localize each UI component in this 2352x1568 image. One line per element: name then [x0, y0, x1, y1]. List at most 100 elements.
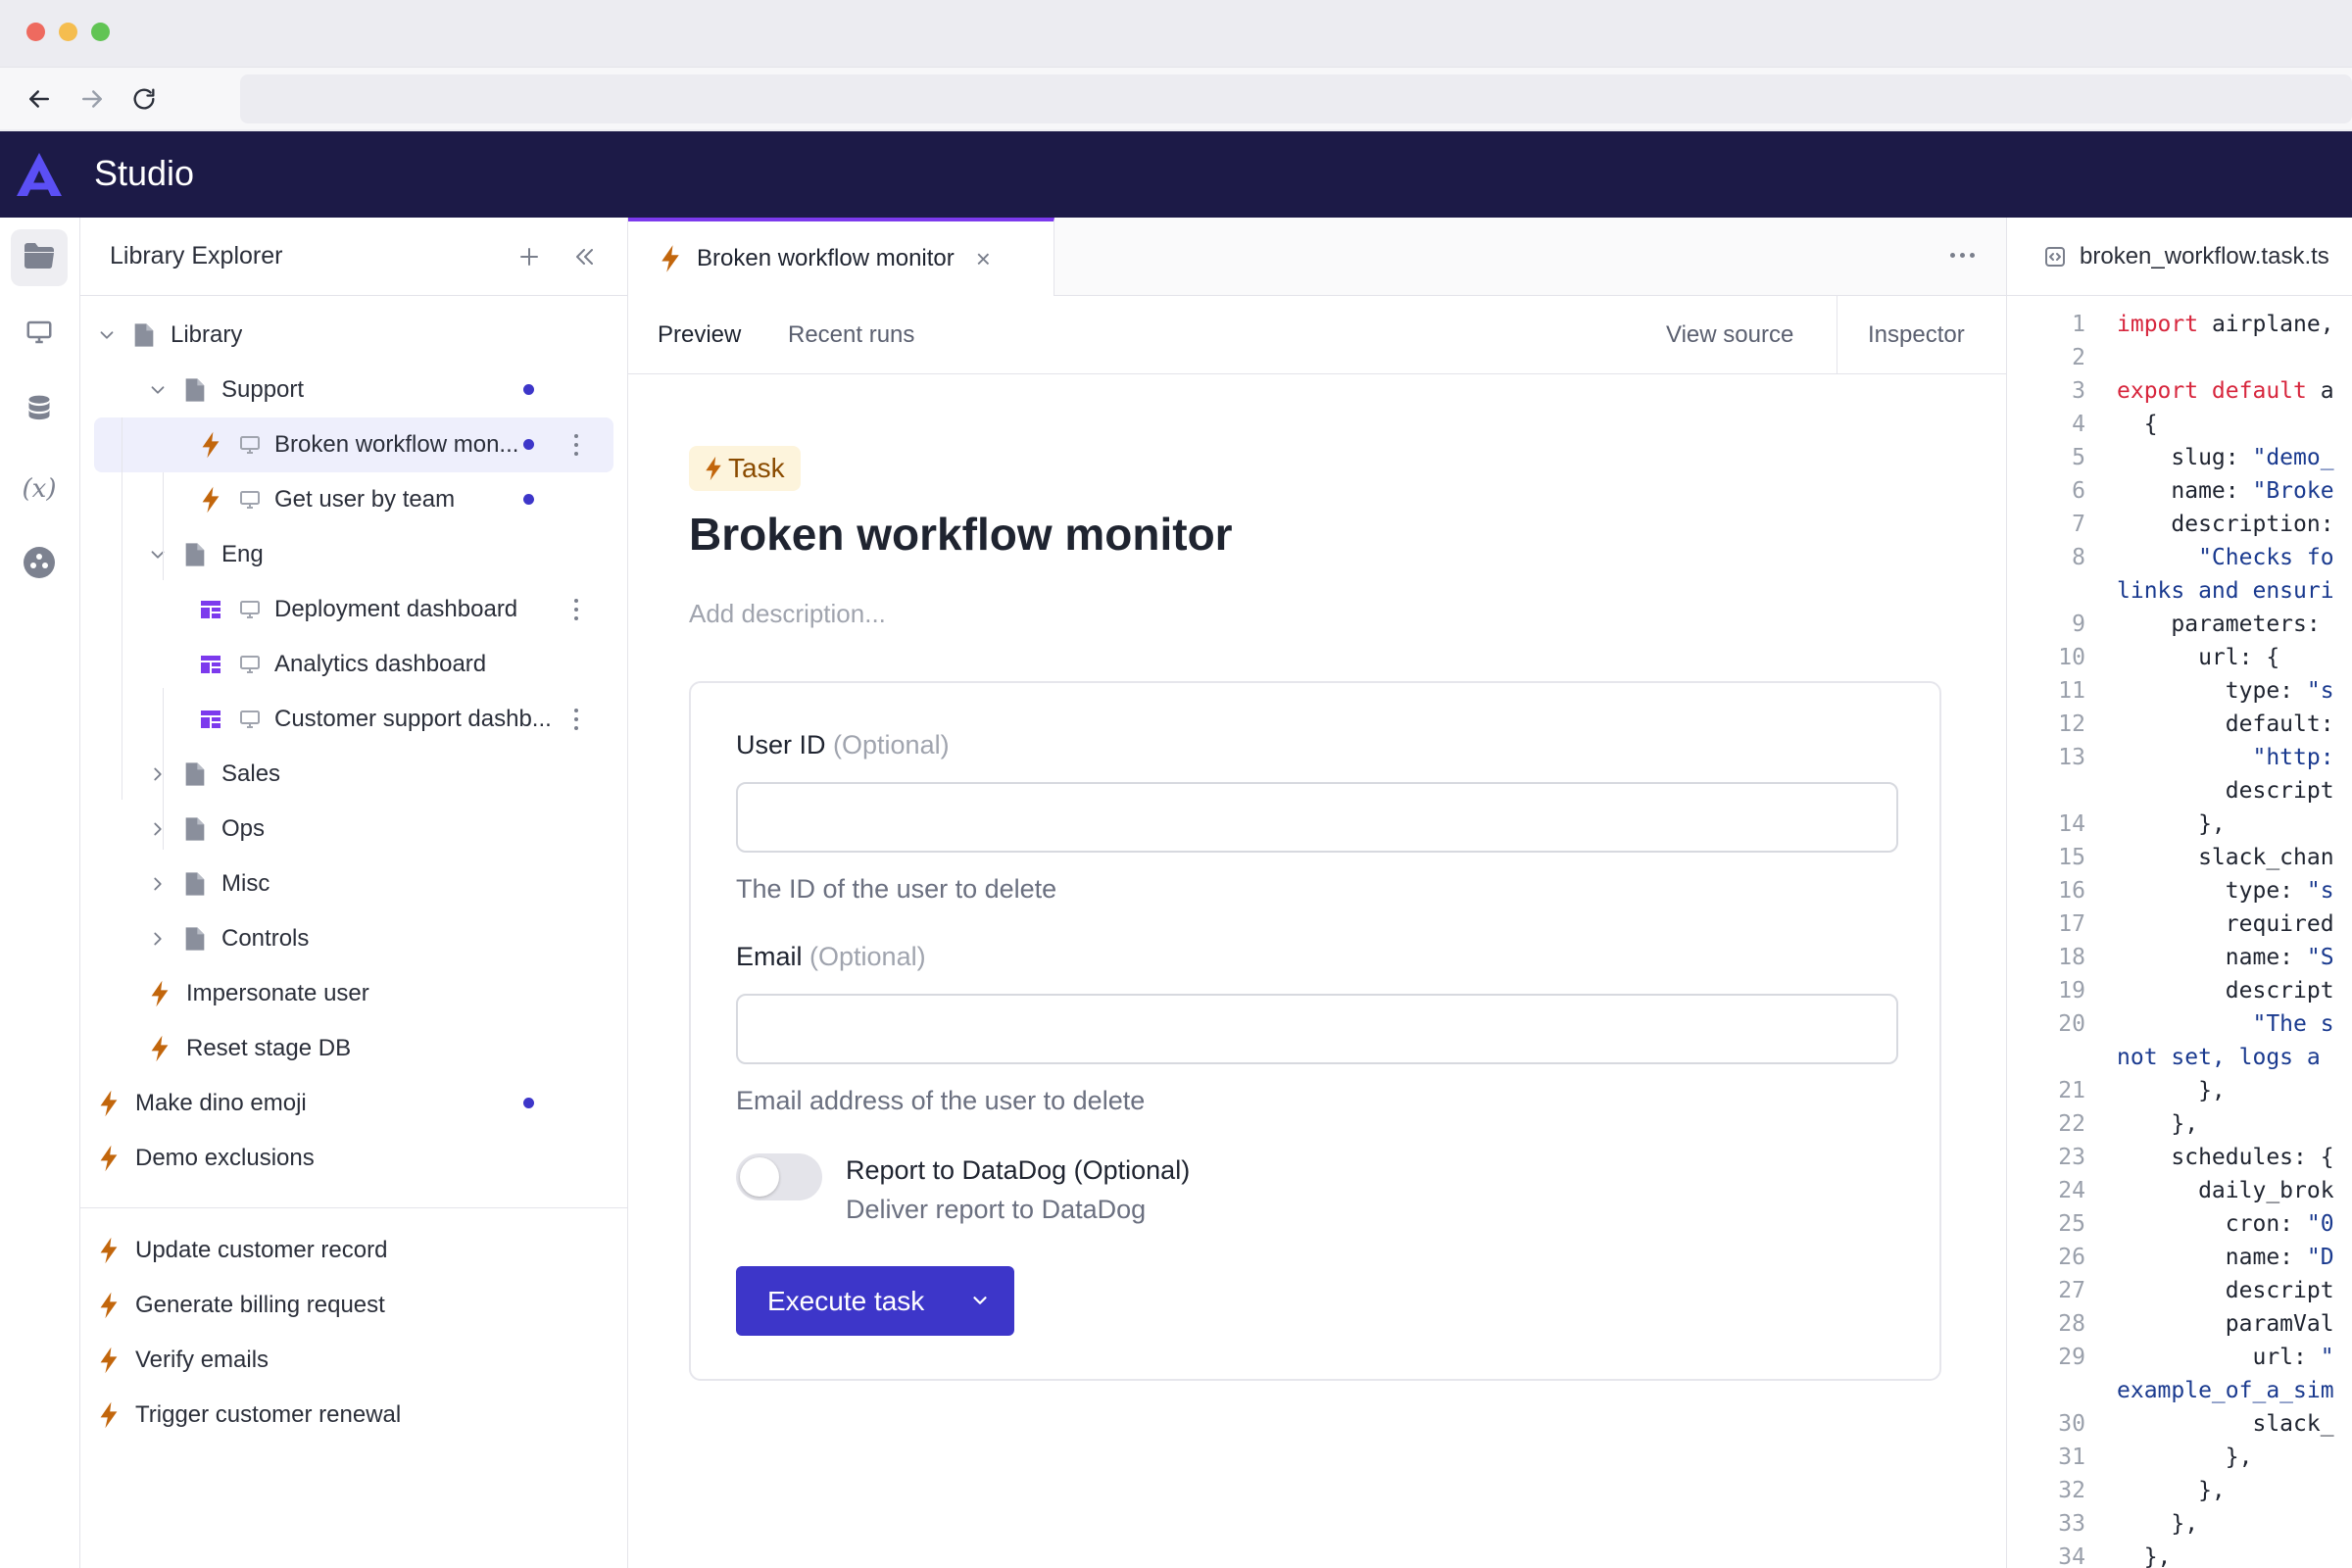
- chevron-down-icon[interactable]: [94, 322, 120, 348]
- tree-folder[interactable]: Misc: [80, 857, 627, 911]
- email-input[interactable]: [736, 994, 1898, 1064]
- window-close-button[interactable]: [26, 23, 45, 41]
- code-token: links and ensuri: [2117, 578, 2334, 604]
- chevron-down-icon[interactable]: [145, 377, 171, 403]
- tree-item[interactable]: Reset stage DB: [80, 1021, 627, 1076]
- inspector-button[interactable]: Inspector: [1868, 321, 1965, 349]
- toggle-knob: [740, 1157, 779, 1197]
- datadog-help: Deliver report to DataDog: [846, 1195, 1147, 1224]
- kebab-menu-icon[interactable]: [568, 705, 584, 734]
- library-tree: Library Support Broken workflow mon... Get …: [80, 296, 627, 1186]
- code-token: "The s: [2117, 1011, 2334, 1037]
- tree-item[interactable]: Deployment dashboard: [80, 582, 627, 637]
- line-number: 14: [2058, 811, 2085, 837]
- code-line: 3 export default a: [2007, 378, 2352, 412]
- tree-folder[interactable]: Library: [80, 308, 627, 363]
- execute-task-button[interactable]: Execute task: [736, 1266, 1014, 1336]
- tree-item[interactable]: Make dino emoji: [80, 1076, 627, 1131]
- tab-broken-workflow-monitor[interactable]: Broken workflow monitor ×: [628, 218, 1054, 296]
- code-line: 12 default:: [2007, 711, 2352, 745]
- rail-resources-button[interactable]: [11, 382, 68, 439]
- address-bar[interactable]: [240, 74, 2352, 123]
- code-line: 32 },: [2007, 1478, 2352, 1511]
- code-text: parameters:: [2117, 612, 2320, 637]
- code-text: url: ": [2117, 1345, 2333, 1370]
- description-placeholder[interactable]: Add description...: [689, 599, 886, 629]
- window-maximize-button[interactable]: [91, 23, 110, 41]
- code-line: 8 "Checks fo: [2007, 545, 2352, 578]
- user-id-input[interactable]: [736, 782, 1898, 853]
- view-source-button[interactable]: View source: [1666, 321, 1793, 349]
- collapse-panel-icon[interactable]: [566, 239, 602, 274]
- line-number: 7: [2072, 512, 2085, 537]
- tree-item-label: Get user by team: [274, 486, 456, 513]
- more-options-icon[interactable]: [1950, 253, 1975, 258]
- window-minimize-button[interactable]: [59, 23, 77, 41]
- code-token: url:: [2117, 1345, 2321, 1370]
- bolt-icon: [703, 455, 724, 482]
- code-pane: broken_workflow.task.ts 1 import airplane…: [2007, 218, 2352, 1568]
- tree-item[interactable]: Demo exclusions: [80, 1131, 627, 1186]
- email-label: Email (Optional): [736, 942, 926, 972]
- bolt-icon: [94, 1400, 123, 1430]
- code-token: "http:: [2117, 745, 2334, 770]
- bolt-icon: [145, 1034, 174, 1063]
- code-line: 15 slack_chan: [2007, 845, 2352, 878]
- code-editor[interactable]: 1 import airplane, 2 3 export default a4 {5 …: [2007, 312, 2352, 1568]
- chevron-right-icon[interactable]: [145, 871, 171, 897]
- main-editor: Broken workflow monitor × Preview Recent…: [628, 218, 2007, 1568]
- line-number: 10: [2058, 645, 2085, 670]
- email-label-text: Email: [736, 942, 803, 971]
- chevron-right-icon[interactable]: [145, 816, 171, 842]
- code-line: 20 "The s: [2007, 1011, 2352, 1045]
- tree-folder[interactable]: Support: [80, 363, 627, 417]
- line-number: 17: [2058, 911, 2085, 937]
- back-icon[interactable]: [20, 79, 59, 119]
- tree-item[interactable]: Trigger customer renewal: [80, 1388, 628, 1443]
- line-number: 4: [2072, 412, 2085, 437]
- code-token: "D: [2306, 1245, 2334, 1270]
- code-text: slack_chan: [2117, 845, 2333, 870]
- chevron-down-icon[interactable]: [145, 542, 171, 567]
- chevron-down-icon[interactable]: [967, 1288, 993, 1313]
- unsaved-dot: [523, 384, 534, 395]
- user-id-label-text: User ID: [736, 730, 826, 760]
- add-icon[interactable]: [512, 239, 547, 274]
- chevron-right-icon[interactable]: [145, 926, 171, 952]
- code-line: 27 descript: [2007, 1278, 2352, 1311]
- code-token: "0: [2306, 1211, 2334, 1237]
- tree-folder[interactable]: Controls: [80, 911, 627, 966]
- tab-recent-runs[interactable]: Recent runs: [788, 321, 914, 349]
- code-line: 2: [2007, 345, 2352, 378]
- tab-preview[interactable]: Preview: [658, 321, 741, 349]
- code-line: 13 "http:: [2007, 745, 2352, 778]
- kebab-menu-icon[interactable]: [568, 595, 584, 624]
- code-text: slack_: [2117, 1411, 2333, 1437]
- code-token: required: [2117, 911, 2334, 937]
- tree-item[interactable]: Verify emails: [80, 1333, 628, 1388]
- tree-item[interactable]: Analytics dashboard: [80, 637, 627, 692]
- code-text: descript: [2117, 778, 2334, 804]
- database-icon: [25, 393, 53, 429]
- code-token: schedules: {: [2117, 1145, 2334, 1170]
- rail-library-button[interactable]: [11, 229, 68, 286]
- tree-item[interactable]: Update customer record: [80, 1223, 628, 1278]
- tree-item[interactable]: Impersonate user: [80, 966, 627, 1021]
- datadog-toggle[interactable]: [736, 1153, 822, 1200]
- code-token: description:: [2117, 512, 2334, 537]
- code-text: slug: "demo_: [2117, 445, 2333, 470]
- chevron-right-icon[interactable]: [145, 761, 171, 787]
- tree-item[interactable]: Broken workflow mon...: [94, 417, 613, 472]
- tree-item[interactable]: Generate billing request: [80, 1278, 628, 1333]
- code-token: name:: [2117, 945, 2307, 970]
- task-form: User ID (Optional) The ID of the user to…: [689, 681, 1941, 1381]
- forward-icon[interactable]: [73, 79, 112, 119]
- datadog-label-text: Report to DataDog: [846, 1155, 1067, 1185]
- reload-icon[interactable]: [124, 79, 164, 119]
- rail-integrations-button[interactable]: [11, 536, 68, 593]
- rail-variables-button[interactable]: (x): [11, 461, 68, 517]
- bolt-icon: [196, 430, 225, 460]
- rail-views-button[interactable]: [11, 306, 68, 363]
- close-icon[interactable]: ×: [976, 244, 991, 274]
- kebab-menu-icon[interactable]: [568, 430, 584, 460]
